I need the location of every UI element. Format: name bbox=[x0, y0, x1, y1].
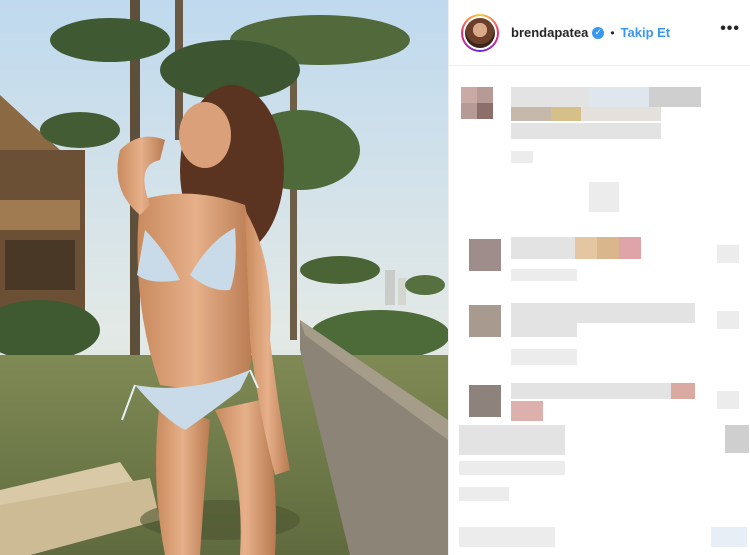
comment-text-blurred bbox=[459, 425, 565, 455]
comment-text-blurred bbox=[511, 107, 661, 121]
post-header: brendapatea ✓ • Takip Et ••• bbox=[449, 0, 750, 66]
comment-text-blurred bbox=[511, 303, 695, 323]
follow-button[interactable]: Takip Et bbox=[621, 25, 671, 40]
post-photo[interactable] bbox=[0, 0, 448, 555]
commenter-avatar[interactable] bbox=[461, 87, 493, 119]
separator-dot: • bbox=[610, 25, 615, 40]
comment-text-blurred bbox=[511, 323, 577, 337]
comment-meta-blurred bbox=[459, 487, 509, 501]
username-link[interactable]: brendapatea bbox=[511, 25, 588, 40]
comment-text-blurred bbox=[511, 87, 701, 107]
comment-meta-blurred bbox=[459, 461, 565, 475]
comment-text-blurred bbox=[511, 383, 695, 399]
post-side-panel: brendapatea ✓ • Takip Et ••• bbox=[448, 0, 750, 555]
like-icon-blurred[interactable] bbox=[717, 391, 739, 409]
commenter-avatar[interactable] bbox=[469, 385, 501, 417]
more-options-icon[interactable]: ••• bbox=[720, 21, 740, 37]
action-bar-blurred[interactable] bbox=[711, 527, 747, 547]
load-more-blurred[interactable] bbox=[589, 182, 619, 212]
comment-text-blurred bbox=[511, 123, 661, 139]
avatar[interactable] bbox=[461, 13, 499, 52]
like-icon-blurred[interactable] bbox=[717, 311, 739, 329]
comment-text-blurred bbox=[511, 401, 543, 421]
comment-text-blurred bbox=[511, 237, 641, 259]
comment-meta-blurred bbox=[511, 269, 577, 281]
like-icon-blurred[interactable] bbox=[725, 425, 749, 453]
comments-section bbox=[449, 67, 750, 555]
commenter-avatar[interactable] bbox=[469, 305, 501, 337]
verified-badge-icon: ✓ bbox=[592, 26, 605, 39]
avatar-image bbox=[465, 17, 495, 48]
post-image bbox=[0, 0, 448, 555]
like-icon-blurred[interactable] bbox=[717, 245, 739, 263]
comment-meta-blurred bbox=[511, 151, 533, 163]
comment-meta-blurred bbox=[511, 349, 577, 365]
commenter-avatar[interactable] bbox=[469, 239, 501, 271]
action-bar-blurred[interactable] bbox=[459, 527, 555, 547]
